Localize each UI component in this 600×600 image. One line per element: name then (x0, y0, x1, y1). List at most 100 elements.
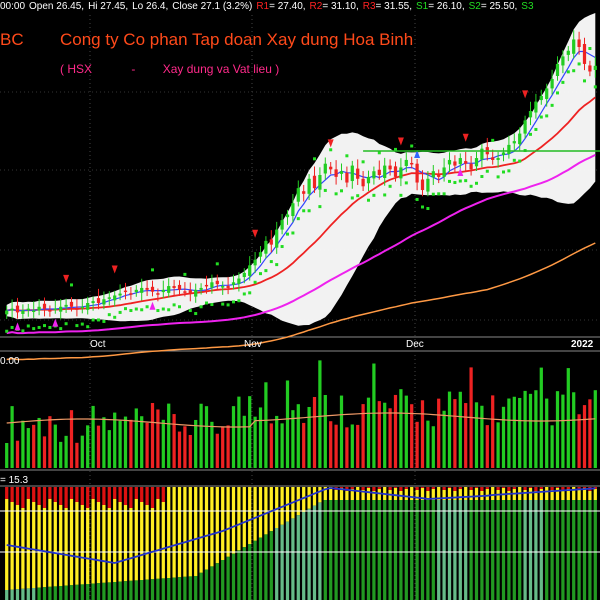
volume-bar (221, 426, 225, 468)
sar-dot (577, 62, 581, 66)
volume-bar (415, 421, 419, 468)
sell-signal-arrow (63, 274, 70, 283)
candle-body (145, 287, 149, 290)
candle-body (48, 310, 52, 312)
sar-dot (437, 192, 441, 196)
mfi-yellow-segment (91, 499, 95, 584)
volume-bar (312, 396, 317, 468)
sar-dot (43, 324, 46, 328)
sar-dot (242, 292, 246, 296)
mfi-red-segment (91, 487, 95, 499)
volume-bar (5, 443, 9, 468)
mfi-green-segment (5, 590, 9, 600)
sar-dot (215, 262, 219, 266)
mfi-red-segment (113, 487, 117, 499)
candle-body (577, 39, 581, 47)
volume-bar (393, 394, 398, 468)
candle-body (226, 286, 230, 288)
volume-bar (96, 425, 101, 468)
sell-signal-arrow (252, 229, 259, 238)
mfi-red-segment (150, 487, 155, 508)
sar-dot (356, 194, 360, 198)
sar-dot (340, 189, 343, 193)
mfi-yellow-segment (258, 487, 263, 538)
mfi-green-segment (280, 524, 284, 600)
candle-body (572, 39, 576, 54)
sar-dot (269, 260, 273, 264)
volume-bar (366, 397, 371, 468)
mfi-red-segment (420, 487, 425, 488)
volume-bar (458, 391, 462, 468)
mfi-red-segment (118, 487, 122, 502)
mfi-green-segment (188, 576, 192, 600)
mfi-yellow-segment (107, 508, 111, 583)
sar-dot (383, 193, 387, 197)
candle-body (75, 308, 79, 310)
candle-body (350, 165, 354, 182)
sar-dot (253, 280, 257, 284)
volume-bar (561, 394, 565, 468)
mfi-yellow-segment (123, 505, 128, 582)
mfi-green-segment (577, 500, 581, 600)
mfi-green-segment (512, 500, 516, 600)
mfi-red-segment (480, 487, 484, 491)
candle-body (528, 111, 533, 118)
sar-dot (107, 313, 111, 317)
sar-dot (566, 70, 570, 74)
mfi-green-segment (566, 500, 570, 600)
exchange-dash: - (131, 62, 136, 76)
mfi-green-segment (129, 580, 133, 600)
mfi-green-segment (464, 500, 468, 600)
mfi-green-segment (404, 500, 408, 600)
mfi-green-segment (37, 587, 41, 600)
candle-body (518, 133, 522, 145)
candle-body (410, 162, 414, 165)
candle-body (96, 298, 101, 303)
mfi-green-segment (96, 583, 101, 600)
candle-body (447, 159, 452, 165)
mfi-green-segment (447, 500, 452, 600)
mfi-yellow-segment (177, 487, 182, 578)
candle-body (388, 165, 392, 170)
volume-bar (431, 426, 435, 468)
mfi-green-segment (69, 585, 74, 600)
mfi-yellow-segment (577, 490, 581, 500)
candle-body (372, 171, 376, 179)
mfi-red-segment (496, 487, 500, 490)
mfi-yellow-segment (96, 502, 101, 584)
sar-dot (545, 114, 549, 118)
sar-dot (97, 318, 100, 322)
mfi-yellow-segment (275, 487, 279, 528)
mfi-yellow-segment (528, 488, 533, 500)
mfi-red-segment (372, 487, 376, 491)
mfi-green-segment (485, 500, 489, 600)
volume-bar (437, 398, 441, 468)
mfi-yellow-segment (129, 508, 133, 581)
mfi-yellow-segment (377, 489, 381, 500)
mfi-green-segment (253, 540, 257, 600)
mfi-yellow-segment (42, 508, 47, 588)
candle-body (345, 172, 349, 183)
mfi-green-segment (53, 586, 57, 600)
mfi-yellow-segment (523, 490, 527, 500)
mfi-green-segment (356, 500, 360, 600)
volume-bar (145, 422, 149, 468)
mfi-red-segment (107, 487, 111, 508)
candle-body (323, 163, 327, 174)
volume-bar (372, 363, 376, 468)
volume-bar (140, 416, 144, 468)
mfi-green-segment (107, 582, 111, 600)
candle-body (140, 287, 144, 293)
mfi-red-segment (80, 487, 84, 505)
volume-bar (404, 395, 408, 468)
mfi-yellow-segment (140, 502, 144, 580)
volume-bar (231, 406, 236, 468)
volume-bar (296, 404, 300, 468)
candle-body (464, 161, 468, 164)
mfi-red-segment (123, 487, 128, 505)
mfi-green-segment (420, 500, 425, 600)
mfi-red-segment (507, 487, 511, 491)
mfi-yellow-segment (404, 489, 408, 500)
mfi-red-segment (96, 487, 101, 502)
mfi-yellow-segment (469, 490, 473, 500)
